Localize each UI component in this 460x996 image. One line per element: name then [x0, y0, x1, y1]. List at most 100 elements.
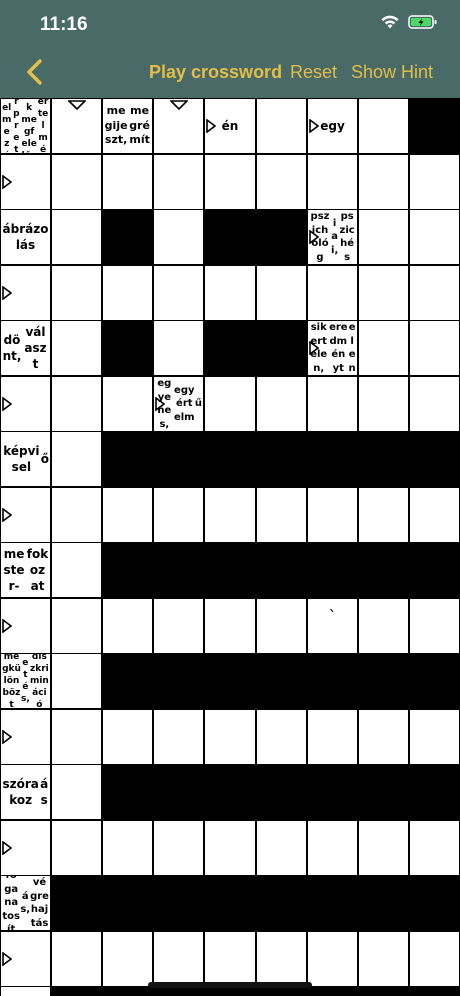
letter-cell[interactable]	[257, 932, 306, 986]
letter-cell[interactable]	[257, 710, 306, 764]
letter-cell[interactable]	[205, 266, 255, 320]
letter-cell[interactable]	[410, 821, 459, 875]
letter-cell[interactable]	[52, 488, 101, 542]
letter-cell[interactable]	[359, 377, 408, 431]
letter-cell[interactable]	[52, 543, 101, 597]
letter-cell[interactable]	[410, 377, 459, 431]
letter-cell[interactable]	[410, 155, 459, 209]
letter-cell[interactable]	[410, 599, 459, 653]
black-cell	[359, 987, 408, 996]
letter-cell[interactable]	[257, 821, 306, 875]
letter-cell[interactable]	[205, 710, 255, 764]
letter-cell[interactable]	[1, 266, 50, 320]
letter-cell[interactable]	[257, 488, 306, 542]
letter-cell[interactable]	[410, 321, 459, 375]
black-cell	[359, 876, 408, 930]
letter-cell[interactable]	[1, 599, 50, 653]
letter-cell[interactable]	[52, 710, 101, 764]
arrow-right-icon	[206, 119, 216, 133]
letter-cell[interactable]	[410, 266, 459, 320]
letter-cell[interactable]	[410, 932, 459, 986]
letter-cell[interactable]	[52, 654, 101, 708]
letter-cell[interactable]	[205, 599, 255, 653]
letter-cell[interactable]	[52, 599, 101, 653]
letter-cell[interactable]	[257, 599, 306, 653]
letter-cell[interactable]	[359, 266, 408, 320]
letter-cell[interactable]	[205, 932, 255, 986]
letter-cell[interactable]	[52, 432, 101, 486]
letter-cell[interactable]	[410, 210, 459, 264]
letter-cell[interactable]	[154, 321, 203, 375]
letter-cell[interactable]	[205, 377, 255, 431]
letter-cell[interactable]	[257, 155, 306, 209]
letter-cell[interactable]	[154, 155, 203, 209]
letter-cell[interactable]	[308, 266, 357, 320]
letter-cell[interactable]	[154, 932, 203, 986]
letter-cell[interactable]	[1, 155, 50, 209]
letter-cell[interactable]	[1, 987, 50, 996]
letter-cell[interactable]	[257, 266, 306, 320]
letter-cell[interactable]	[154, 710, 203, 764]
letter-cell[interactable]	[154, 821, 203, 875]
letter-cell[interactable]	[52, 155, 101, 209]
letter-cell[interactable]	[154, 488, 203, 542]
letter-cell[interactable]	[52, 765, 101, 819]
letter-cell[interactable]	[308, 821, 357, 875]
letter-cell[interactable]	[154, 599, 203, 653]
letter-cell[interactable]	[52, 377, 101, 431]
letter-cell[interactable]	[52, 210, 101, 264]
letter-cell[interactable]	[308, 377, 357, 431]
letter-cell[interactable]	[359, 210, 408, 264]
letter-cell[interactable]	[359, 321, 408, 375]
letter-cell[interactable]	[1, 377, 50, 431]
clue-text: választ	[24, 324, 47, 372]
letter-cell[interactable]	[1, 821, 50, 875]
letter-cell[interactable]	[52, 266, 101, 320]
letter-cell[interactable]	[52, 932, 101, 986]
letter-cell[interactable]	[257, 99, 306, 153]
letter-cell[interactable]	[154, 210, 203, 264]
letter-cell[interactable]	[359, 599, 408, 653]
black-cell	[205, 210, 255, 264]
letter-cell[interactable]	[103, 932, 152, 986]
clue-cell: ábrázolás	[1, 210, 50, 264]
letter-cell[interactable]	[205, 155, 255, 209]
letter-cell[interactable]	[308, 932, 357, 986]
letter-cell[interactable]	[154, 266, 203, 320]
letter-cell[interactable]	[410, 488, 459, 542]
letter-cell[interactable]	[103, 599, 152, 653]
letter-cell[interactable]	[359, 932, 408, 986]
letter-cell[interactable]	[205, 488, 255, 542]
letter-cell[interactable]	[103, 488, 152, 542]
letter-cell[interactable]	[103, 377, 152, 431]
reset-button[interactable]: Reset	[290, 62, 337, 83]
letter-cell[interactable]	[359, 488, 408, 542]
clue-text: ás,	[20, 890, 31, 916]
letter-cell[interactable]	[52, 321, 101, 375]
letter-cell[interactable]	[359, 710, 408, 764]
letter-cell[interactable]	[154, 99, 203, 153]
arrow-right-icon	[2, 286, 12, 300]
letter-cell[interactable]	[52, 821, 101, 875]
letter-cell[interactable]	[308, 488, 357, 542]
letter-cell[interactable]	[103, 821, 152, 875]
letter-cell[interactable]	[359, 99, 408, 153]
letter-cell[interactable]	[359, 155, 408, 209]
letter-cell[interactable]	[308, 155, 357, 209]
letter-cell[interactable]	[359, 821, 408, 875]
back-button[interactable]	[24, 58, 50, 88]
letter-cell[interactable]	[103, 155, 152, 209]
letter-cell[interactable]	[52, 99, 101, 153]
letter-cell[interactable]	[103, 710, 152, 764]
black-cell	[205, 432, 255, 486]
letter-cell[interactable]	[1, 710, 50, 764]
letter-cell[interactable]	[103, 266, 152, 320]
letter-cell[interactable]	[205, 821, 255, 875]
letter-cell[interactable]	[1, 932, 50, 986]
letter-cell[interactable]	[410, 710, 459, 764]
letter-cell[interactable]	[257, 377, 306, 431]
letter-cell[interactable]	[308, 710, 357, 764]
letter-cell[interactable]: `	[308, 599, 357, 653]
show-hint-button[interactable]: Show Hint	[351, 62, 433, 83]
letter-cell[interactable]	[1, 488, 50, 542]
